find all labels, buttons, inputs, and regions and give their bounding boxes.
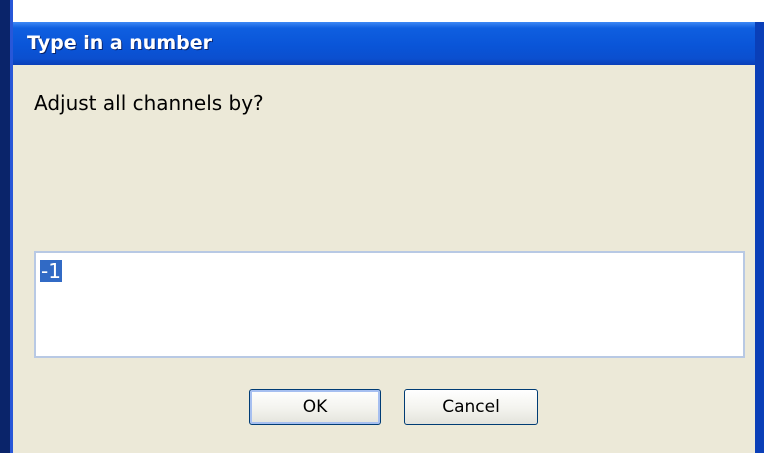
dialog-body: Adjust all channels by? -1 OK Cancel [13, 65, 755, 453]
dialog-window: Type in a number Adjust all channels by?… [0, 0, 764, 453]
title-bar[interactable]: Type in a number [13, 22, 755, 65]
cancel-button[interactable]: Cancel [404, 389, 538, 425]
prompt-label: Adjust all channels by? [34, 91, 264, 115]
dialog-title: Type in a number [27, 32, 212, 54]
window-left-border [0, 0, 13, 453]
window-right-border [755, 22, 764, 453]
ok-button[interactable]: OK [249, 389, 381, 425]
input-selected-value[interactable]: -1 [40, 260, 62, 282]
number-input[interactable]: -1 [34, 251, 745, 358]
